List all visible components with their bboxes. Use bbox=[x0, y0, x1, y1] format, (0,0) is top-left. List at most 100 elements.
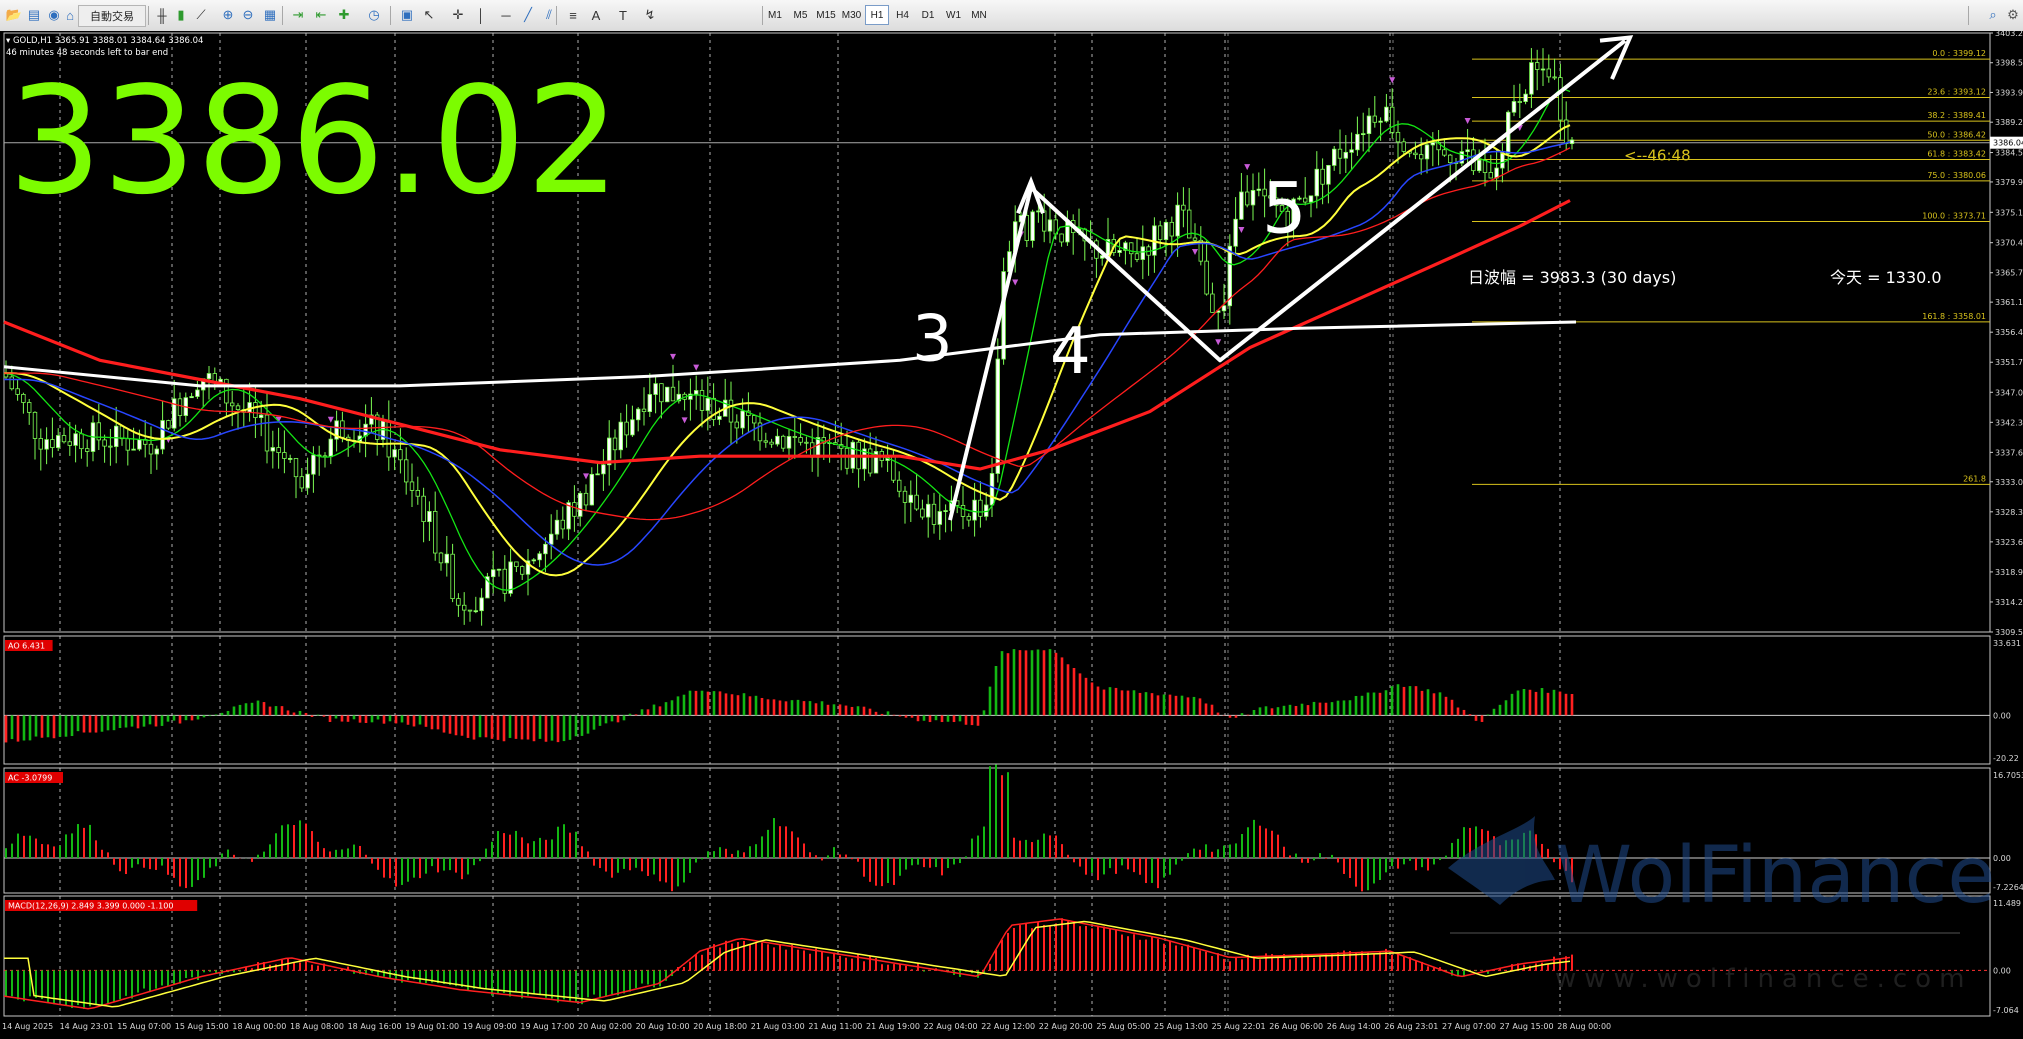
text-label-icon[interactable]: T bbox=[613, 5, 633, 25]
candle-body bbox=[1378, 120, 1383, 123]
candle-body bbox=[717, 415, 722, 420]
profiles-icon[interactable]: ▤ bbox=[24, 5, 44, 25]
candle-body bbox=[1564, 119, 1569, 145]
timeframe-m15-button[interactable]: M15 bbox=[814, 5, 838, 25]
indicator-axis-min: -7.2264 bbox=[1993, 883, 2023, 892]
candle-body bbox=[543, 543, 548, 555]
price-axis-label: 3375.15 bbox=[1995, 208, 2023, 217]
bar-chart-icon[interactable]: ╫ bbox=[152, 5, 172, 25]
vertical-line-icon[interactable]: │ bbox=[471, 5, 491, 25]
indicator-axis-max: 16.7053 bbox=[1993, 771, 2023, 780]
candle-body bbox=[61, 435, 67, 443]
candle-body bbox=[1024, 215, 1029, 241]
cursor-icon[interactable]: ↖ bbox=[419, 5, 439, 25]
indicators-icon[interactable]: ✚ bbox=[334, 5, 354, 25]
candle-body bbox=[1320, 168, 1325, 185]
price-axis-label: 3333.00 bbox=[1995, 478, 2023, 487]
price-chart[interactable]: 3403.20 3398.55 3393.90 3389.25 3384.50 3379.… bbox=[0, 31, 2023, 1039]
navigator-icon[interactable]: ⌂ bbox=[60, 5, 80, 25]
autoscroll-icon[interactable]: ⇥ bbox=[288, 5, 308, 25]
candle-body bbox=[195, 389, 200, 397]
candle-body bbox=[618, 421, 623, 451]
candle-body bbox=[943, 510, 948, 512]
crosshair-icon[interactable]: ✛ bbox=[448, 5, 468, 25]
timeframe-w1-button[interactable]: W1 bbox=[942, 5, 966, 25]
candle-body bbox=[166, 420, 171, 429]
price-axis-label: 3403.20 bbox=[1995, 31, 2023, 38]
candle-body bbox=[926, 503, 931, 518]
timeframe-m1-button[interactable]: M1 bbox=[763, 5, 787, 25]
zoom-out-icon[interactable]: ⊖ bbox=[238, 5, 258, 25]
candle-body bbox=[531, 559, 536, 562]
timeframe-mn-button[interactable]: MN bbox=[967, 5, 991, 25]
candle-body bbox=[1059, 233, 1064, 243]
candle-body bbox=[1204, 260, 1209, 295]
candle-body bbox=[398, 449, 403, 461]
candle-body bbox=[659, 383, 664, 403]
candle-body bbox=[38, 438, 43, 450]
candle-body bbox=[728, 399, 734, 423]
settings-icon[interactable]: ⚙ bbox=[2003, 5, 2023, 25]
fibonacci-level-label: 161.8 : 3358.01 bbox=[1922, 312, 1986, 321]
price-badge: 3386.04 bbox=[1993, 139, 2023, 148]
candle-body bbox=[444, 553, 449, 564]
candle-body bbox=[984, 504, 989, 517]
autotrade-button[interactable]: 自動交易 bbox=[78, 5, 146, 27]
fibonacci-icon[interactable]: ≡ bbox=[563, 5, 583, 25]
candle-body bbox=[554, 519, 560, 535]
indicator-axis-zero: 0.00 bbox=[1993, 711, 2011, 720]
indicator-axis-min: -7.064 bbox=[1993, 1006, 2019, 1015]
search-icon[interactable]: ⌕ bbox=[1983, 5, 2003, 25]
timeframe-m30-button[interactable]: M30 bbox=[840, 5, 864, 25]
candle-body bbox=[1181, 204, 1186, 211]
candle-body bbox=[102, 439, 107, 447]
timeframe-d1-button[interactable]: D1 bbox=[916, 5, 940, 25]
time-axis-label: 22 Aug 20:00 bbox=[1039, 1022, 1093, 1031]
candle-body bbox=[403, 459, 409, 483]
line-chart-icon[interactable]: ⟋ bbox=[191, 5, 211, 25]
candles-icon[interactable]: ▮ bbox=[171, 5, 191, 25]
time-axis-label: 26 Aug 14:00 bbox=[1327, 1022, 1381, 1031]
candle-body bbox=[467, 609, 473, 612]
time-axis-label: 19 Aug 01:00 bbox=[405, 1022, 459, 1031]
arrows-icon[interactable]: ↯ bbox=[640, 5, 660, 25]
candle-body bbox=[1030, 211, 1035, 241]
ao-label: AO 6.431 bbox=[8, 642, 45, 651]
candle-body bbox=[815, 437, 821, 458]
fibonacci-level-label: 38.2 : 3389.41 bbox=[1927, 111, 1986, 120]
candle-body bbox=[56, 435, 61, 448]
price-axis-label: 3309.50 bbox=[1995, 628, 2023, 637]
periods-icon[interactable]: ◷ bbox=[364, 5, 384, 25]
timeframe-m5-button[interactable]: M5 bbox=[789, 5, 813, 25]
time-axis-label: 15 Aug 07:00 bbox=[117, 1022, 171, 1031]
symbol-info: ▾ GOLD,H1 3365.91 3388.01 3384.64 3386.0… bbox=[6, 36, 203, 46]
open-folder-icon[interactable]: 📂 bbox=[4, 5, 24, 25]
candle-body bbox=[601, 464, 606, 475]
candle-body bbox=[432, 511, 438, 554]
price-axis-label: 3347.00 bbox=[1995, 388, 2023, 397]
time-axis-label: 18 Aug 16:00 bbox=[348, 1022, 402, 1031]
templates-icon[interactable]: ▣ bbox=[397, 5, 417, 25]
horizontal-line-icon[interactable]: ─ bbox=[496, 5, 516, 25]
candle-body bbox=[752, 415, 757, 424]
tile-icon[interactable]: ▦ bbox=[260, 5, 280, 25]
zoom-in-icon[interactable]: ⊕ bbox=[218, 5, 238, 25]
candle-body bbox=[902, 490, 908, 503]
trendline-icon[interactable]: ╱ bbox=[518, 5, 538, 25]
candle-body bbox=[1372, 115, 1377, 123]
price-axis-label: 3323.60 bbox=[1995, 538, 2023, 547]
candle-body bbox=[421, 495, 426, 523]
text-icon[interactable]: A bbox=[586, 5, 606, 25]
candle-body bbox=[636, 408, 641, 421]
timeframe-h1-button[interactable]: H1 bbox=[865, 5, 889, 25]
candle-body bbox=[1482, 159, 1488, 173]
fibonacci-level-label: 61.8 : 3383.42 bbox=[1927, 149, 1986, 158]
candle-body bbox=[647, 394, 652, 413]
candle-body bbox=[461, 604, 467, 611]
timeframe-h4-button[interactable]: H4 bbox=[891, 5, 915, 25]
candle-body bbox=[1552, 76, 1557, 79]
candle-body bbox=[21, 393, 26, 403]
candle-body bbox=[1343, 151, 1348, 159]
price-axis-label: 3365.70 bbox=[1995, 269, 2023, 278]
chart-shift-icon[interactable]: ⇤ bbox=[311, 5, 331, 25]
